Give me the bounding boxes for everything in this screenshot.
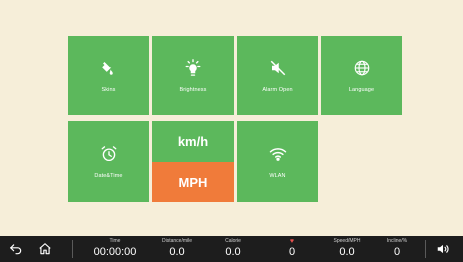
calorie-stat: Calorie 0.0 <box>214 238 252 259</box>
speed-value: 0.0 <box>339 246 355 258</box>
heart-icon: ♥ <box>289 238 295 245</box>
wifi-icon <box>268 144 288 164</box>
speed-stat: Speed/MPH 0.0 <box>325 238 369 259</box>
wlan-tile[interactable]: WLAN <box>237 121 318 202</box>
alarm-clock-icon <box>99 144 119 164</box>
incline-label: Incline/% <box>386 238 408 244</box>
time-label: Time <box>109 238 121 244</box>
calorie-value: 0.0 <box>225 246 241 258</box>
time-value: 00:00:00 <box>93 246 137 258</box>
heart-rate-stat: ♥ 0 <box>277 238 307 259</box>
calorie-label: Calorie <box>225 238 241 244</box>
globe-icon <box>352 58 372 78</box>
wlan-label: WLAN <box>269 173 286 179</box>
brightness-icon <box>183 58 203 78</box>
mute-icon <box>268 58 288 78</box>
back-icon[interactable] <box>8 241 24 257</box>
home-icon[interactable] <box>37 241 53 257</box>
unit-kmh-option[interactable]: km/h <box>152 121 234 162</box>
bar-divider <box>72 240 73 258</box>
brightness-label: Brightness <box>179 87 207 93</box>
incline-value: 0 <box>393 246 401 258</box>
skins-tile[interactable]: Skins <box>68 36 149 115</box>
unit-mph-option[interactable]: MPH <box>152 162 234 202</box>
bar-divider <box>425 240 426 258</box>
time-stat: Time 00:00:00 <box>86 238 144 259</box>
speed-unit-selector: km/h MPH <box>152 121 234 202</box>
language-label: Language <box>348 87 375 93</box>
alarm-open-tile[interactable]: Alarm Open <box>237 36 318 115</box>
incline-stat: Incline/% 0 <box>379 238 415 259</box>
speed-label: Speed/MPH <box>333 238 361 244</box>
skins-label: Skins <box>101 87 116 93</box>
volume-icon[interactable] <box>435 241 451 257</box>
brightness-tile[interactable]: Brightness <box>152 36 234 115</box>
distance-label: Distance/mile <box>161 238 192 244</box>
distance-value: 0.0 <box>169 246 185 258</box>
heart-rate-value: 0 <box>288 246 296 258</box>
date-time-tile[interactable]: Date&Time <box>68 121 149 202</box>
bottom-status-bar: Time 00:00:00 Distance/mile 0.0 Calorie … <box>0 236 463 262</box>
date-time-label: Date&Time <box>94 173 123 179</box>
alarm-open-label: Alarm Open <box>262 87 293 93</box>
paint-bucket-icon <box>99 58 119 78</box>
distance-stat: Distance/mile 0.0 <box>152 238 202 259</box>
language-tile[interactable]: Language <box>321 36 402 115</box>
